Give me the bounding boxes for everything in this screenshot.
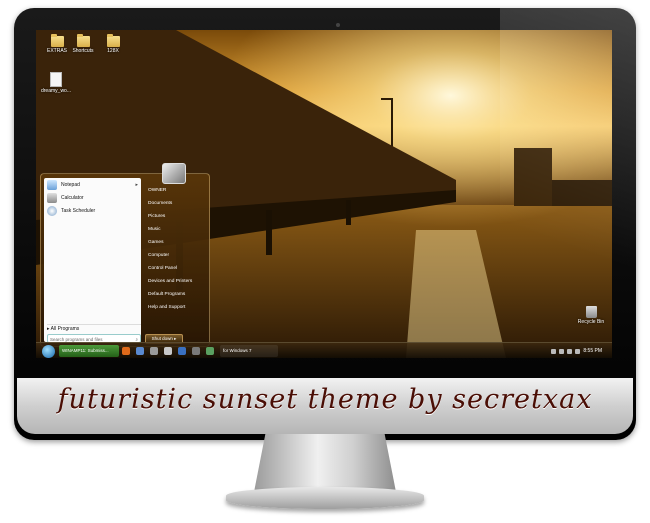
start-right-default-programs[interactable]: Default Programs xyxy=(145,288,207,301)
desktop-icon-dreamy[interactable]: dreamy_wo... xyxy=(38,72,74,94)
messenger-icon[interactable] xyxy=(178,347,186,355)
folder-icon xyxy=(50,34,64,47)
desktop-icon-128x[interactable]: 128X xyxy=(98,34,128,54)
photo-icon[interactable] xyxy=(206,347,214,355)
desktop-icon-recycle-bin[interactable]: Recycle Bin xyxy=(576,306,606,325)
app-icon[interactable] xyxy=(192,347,200,355)
taskbar: WINAMP11: Submiss... for Windows 7 8:55 … xyxy=(36,342,612,358)
calculator-icon xyxy=(47,192,57,203)
start-right-control-panel[interactable]: Control Panel xyxy=(145,262,207,275)
chevron-right-icon: ▸ xyxy=(47,326,50,332)
start-right-documents[interactable]: Documents xyxy=(145,197,207,210)
media-icon[interactable] xyxy=(150,347,158,355)
taskbar-app-windows7[interactable]: for Windows 7 xyxy=(220,345,278,357)
explorer-icon[interactable] xyxy=(164,347,172,355)
monitor-stand-base xyxy=(226,487,424,509)
start-right-music[interactable]: Music xyxy=(145,223,207,236)
monitor-chin: futuristic sunset theme by secretxax xyxy=(17,378,633,434)
webcam xyxy=(336,23,340,27)
clock-icon xyxy=(47,205,57,216)
monitor-stand xyxy=(254,434,396,492)
notepad-icon xyxy=(47,179,57,190)
start-item-calculator[interactable]: Calculator xyxy=(44,191,141,204)
clock[interactable]: 8:55 PM xyxy=(583,348,602,354)
document-icon xyxy=(50,72,62,87)
folder-icon xyxy=(106,34,120,47)
start-right-games[interactable]: Games xyxy=(145,236,207,249)
start-right-devices-printers[interactable]: Devices and Printers xyxy=(145,275,207,288)
start-menu: Notepad ▸ Calculator Task Scheduler ▸ Al… xyxy=(40,163,210,347)
all-programs-button[interactable]: ▸ All Programs xyxy=(47,324,141,333)
start-item-task-scheduler[interactable]: Task Scheduler xyxy=(44,204,141,217)
start-menu-programs-pane: Notepad ▸ Calculator Task Scheduler ▸ Al… xyxy=(44,178,141,343)
user-avatar[interactable] xyxy=(162,163,186,184)
start-right-pictures[interactable]: Pictures xyxy=(145,210,207,223)
chevron-right-icon: ▸ xyxy=(174,336,177,341)
flag-icon[interactable] xyxy=(567,348,573,354)
start-orb-icon[interactable] xyxy=(42,344,55,358)
chevron-right-icon: ▸ xyxy=(135,181,138,188)
firefox-icon[interactable] xyxy=(122,347,130,355)
volume-icon[interactable] xyxy=(559,348,565,354)
start-right-help-support[interactable]: Help and Support xyxy=(145,301,207,314)
recycle-bin-icon xyxy=(585,306,597,318)
network-icon[interactable] xyxy=(551,348,557,354)
desktop-icon-shortcuts[interactable]: Shortcuts xyxy=(68,34,98,54)
caption-title: futuristic sunset theme by secretxax xyxy=(57,384,593,415)
system-tray: 8:55 PM xyxy=(551,348,612,354)
start-right-computer[interactable]: Computer xyxy=(145,249,207,262)
folder-icon xyxy=(76,34,90,47)
start-right-owner[interactable]: OWNER xyxy=(145,184,207,197)
start-menu-right-pane: OWNER Documents Pictures Music Games Com… xyxy=(145,184,207,314)
battery-icon[interactable] xyxy=(575,348,581,354)
desktop-screen: EXTRAS Shortcuts 128X dreamy_wo... Recyc… xyxy=(36,30,612,358)
taskbar-app-winamp[interactable]: WINAMP11: Submiss... xyxy=(59,345,119,357)
browser-icon[interactable] xyxy=(136,347,144,355)
start-item-notepad[interactable]: Notepad ▸ xyxy=(44,178,141,191)
